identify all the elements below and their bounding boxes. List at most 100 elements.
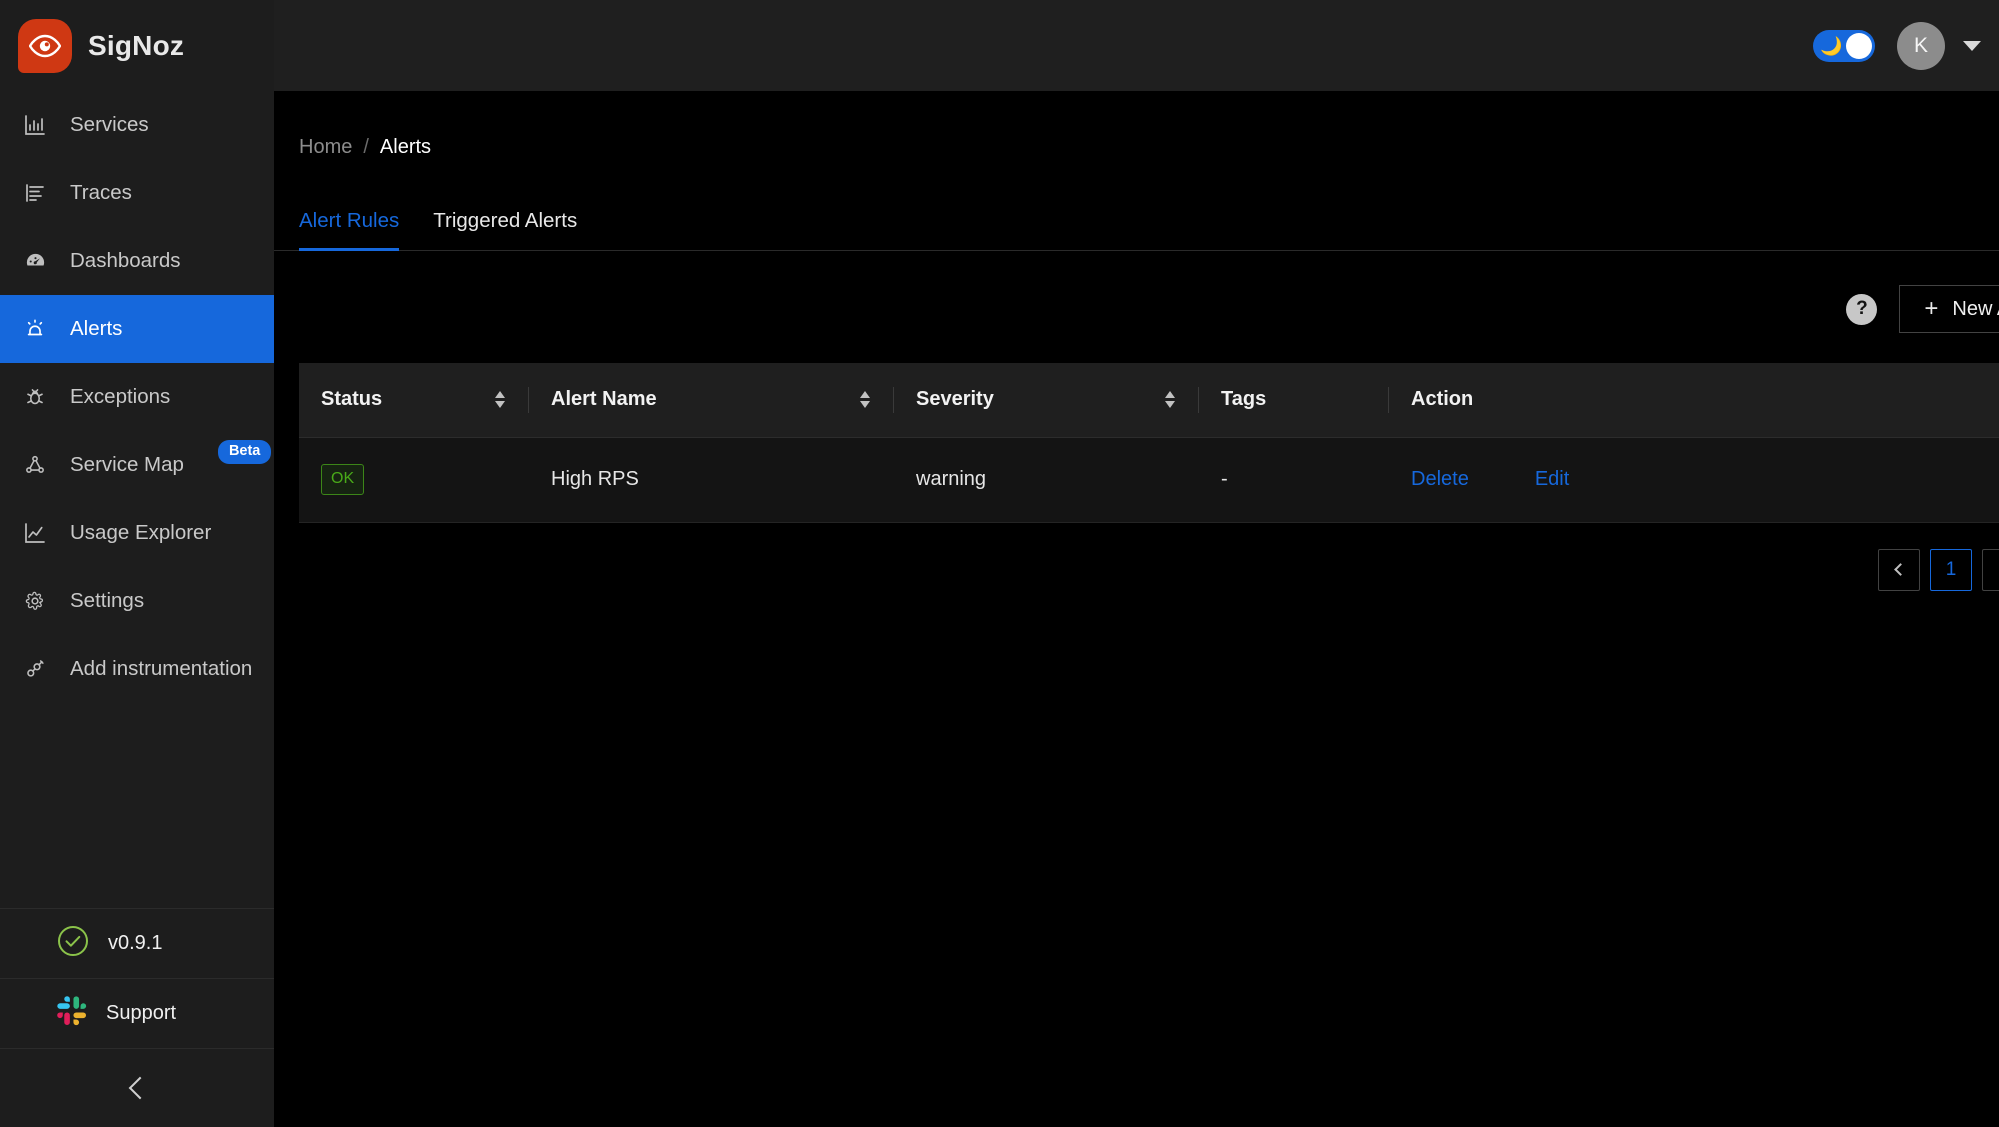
- tab-triggered-alerts[interactable]: Triggered Alerts: [433, 209, 577, 250]
- brand[interactable]: SigNoz: [0, 0, 274, 91]
- table-head: Status Alert Name Severity Tags Action: [299, 363, 1999, 438]
- column-label: Action: [1411, 388, 1474, 411]
- theme-toggle[interactable]: 🌙: [1813, 29, 1875, 62]
- sidebar-item-traces[interactable]: Traces: [0, 159, 274, 227]
- cell-alert-name: High RPS: [529, 437, 894, 523]
- alarm-siren-icon: [22, 316, 48, 342]
- sort-desc-icon: [1165, 401, 1175, 409]
- sort-asc-icon: [860, 391, 870, 399]
- sidebar-item-alerts[interactable]: Alerts: [0, 295, 274, 363]
- alerts-table-wrap: Status Alert Name Severity Tags Action O…: [274, 363, 1999, 591]
- column-label: Alert Name: [551, 388, 657, 411]
- pagination-next-button[interactable]: [1982, 548, 1999, 591]
- sort-desc-icon: [860, 401, 870, 409]
- bar-chart-icon: [22, 112, 48, 138]
- sidebar-item-settings[interactable]: Settings: [0, 567, 274, 635]
- sort-toggle-status[interactable]: [495, 391, 505, 409]
- sort-asc-icon: [495, 391, 505, 399]
- chevron-down-icon[interactable]: [1963, 40, 1981, 51]
- sidebar-item-label: Alerts: [70, 317, 123, 340]
- plus-icon: +: [1924, 295, 1939, 322]
- sidebar-item-service-map[interactable]: Service Map Beta: [0, 431, 274, 499]
- column-label: Tags: [1221, 388, 1267, 411]
- support-row[interactable]: Support: [0, 978, 274, 1048]
- sidebar-item-add-instrumentation[interactable]: Add instrumentation: [0, 635, 274, 703]
- main-content: Home / Alerts Alert Rules Triggered Aler…: [274, 91, 1999, 1127]
- toggle-knob: [1846, 32, 1872, 59]
- beta-badge: Beta: [217, 440, 272, 464]
- sidebar-item-label: Services: [70, 113, 149, 136]
- signoz-app: SigNoz Services Traces Dashboards Alerts…: [0, 0, 1999, 1127]
- delete-button[interactable]: Delete: [1411, 468, 1469, 491]
- sidebar-item-usage-explorer[interactable]: Usage Explorer: [0, 499, 274, 567]
- brand-name: SigNoz: [88, 29, 185, 61]
- column-header-tags: Tags: [1199, 363, 1389, 438]
- node-graph-icon: [22, 452, 48, 478]
- version-label: v0.9.1: [108, 932, 163, 954]
- sidebar-item-label: Usage Explorer: [70, 521, 212, 544]
- table-header-row: Status Alert Name Severity Tags Action: [299, 363, 1999, 438]
- tab-alert-rules[interactable]: Alert Rules: [299, 209, 400, 251]
- column-header-severity[interactable]: Severity: [894, 363, 1199, 438]
- sort-asc-icon: [1165, 391, 1175, 399]
- breadcrumb: Home / Alerts: [274, 91, 1999, 159]
- slack-icon: [56, 995, 88, 1032]
- check-circle-icon: [56, 924, 90, 963]
- cell-tags: -: [1199, 437, 1389, 523]
- column-header-status[interactable]: Status: [299, 363, 529, 438]
- sidebar-item-label: Exceptions: [70, 385, 171, 408]
- edit-button[interactable]: Edit: [1535, 468, 1569, 491]
- sidebar-item-label: Add instrumentation: [70, 657, 253, 680]
- pagination-prev-button[interactable]: [1878, 548, 1920, 591]
- breadcrumb-current: Alerts: [379, 136, 432, 158]
- column-label: Severity: [916, 388, 994, 411]
- new-alert-button[interactable]: + New Alert: [1899, 285, 1999, 333]
- new-alert-label: New Alert: [1952, 297, 1999, 320]
- sidebar-item-label: Traces: [70, 181, 132, 204]
- sidebar-bottom: v0.9.1 Support: [0, 908, 274, 1127]
- top-header: 🌙 K: [274, 0, 1999, 91]
- cell-action: Delete Edit: [1389, 437, 1999, 523]
- support-label: Support: [106, 1002, 177, 1024]
- pagination: 1: [299, 548, 1999, 591]
- column-header-action: Action: [1389, 363, 1999, 438]
- table-body: OK High RPS warning - Delete Edit: [299, 437, 1999, 523]
- tabs: Alert Rules Triggered Alerts: [274, 209, 1999, 251]
- sort-toggle-alert-name[interactable]: [860, 391, 870, 409]
- breadcrumb-separator: /: [363, 136, 369, 158]
- sidebar-item-label: Service Map: [70, 453, 184, 476]
- sidebar-item-services[interactable]: Services: [0, 91, 274, 159]
- bug-icon: [22, 384, 48, 410]
- cell-severity: warning: [894, 437, 1199, 523]
- status-badge: OK: [321, 464, 365, 495]
- list-lines-icon: [22, 180, 48, 206]
- gear-icon: [22, 588, 48, 614]
- plug-icon: [22, 656, 48, 682]
- chevron-left-icon: [1894, 563, 1907, 576]
- sidebar: SigNoz Services Traces Dashboards Alerts…: [0, 0, 274, 1127]
- signoz-logo-icon: [18, 18, 72, 73]
- pagination-page-1[interactable]: 1: [1930, 548, 1972, 591]
- column-header-alert-name[interactable]: Alert Name: [529, 363, 894, 438]
- help-icon[interactable]: ?: [1846, 293, 1878, 325]
- sort-toggle-severity[interactable]: [1165, 391, 1175, 409]
- sidebar-nav: Services Traces Dashboards Alerts Except…: [0, 91, 274, 703]
- moon-icon: 🌙: [1820, 35, 1843, 56]
- column-label: Status: [321, 388, 383, 411]
- sidebar-collapse-button[interactable]: [0, 1048, 274, 1127]
- cell-status: OK: [299, 437, 529, 523]
- sidebar-item-exceptions[interactable]: Exceptions: [0, 363, 274, 431]
- chevron-right-icon: [1995, 563, 1999, 576]
- toolbar: ? + New Alert: [274, 285, 1999, 333]
- chevron-left-icon: [128, 1076, 151, 1100]
- avatar-initial: K: [1913, 33, 1928, 57]
- version-row[interactable]: v0.9.1: [0, 908, 274, 978]
- alerts-table: Status Alert Name Severity Tags Action O…: [299, 363, 1999, 523]
- sort-desc-icon: [495, 401, 505, 409]
- sidebar-item-label: Settings: [70, 589, 145, 612]
- avatar[interactable]: K: [1897, 21, 1945, 70]
- breadcrumb-home[interactable]: Home: [299, 136, 352, 159]
- line-chart-icon: [22, 520, 48, 546]
- sidebar-item-dashboards[interactable]: Dashboards: [0, 227, 274, 295]
